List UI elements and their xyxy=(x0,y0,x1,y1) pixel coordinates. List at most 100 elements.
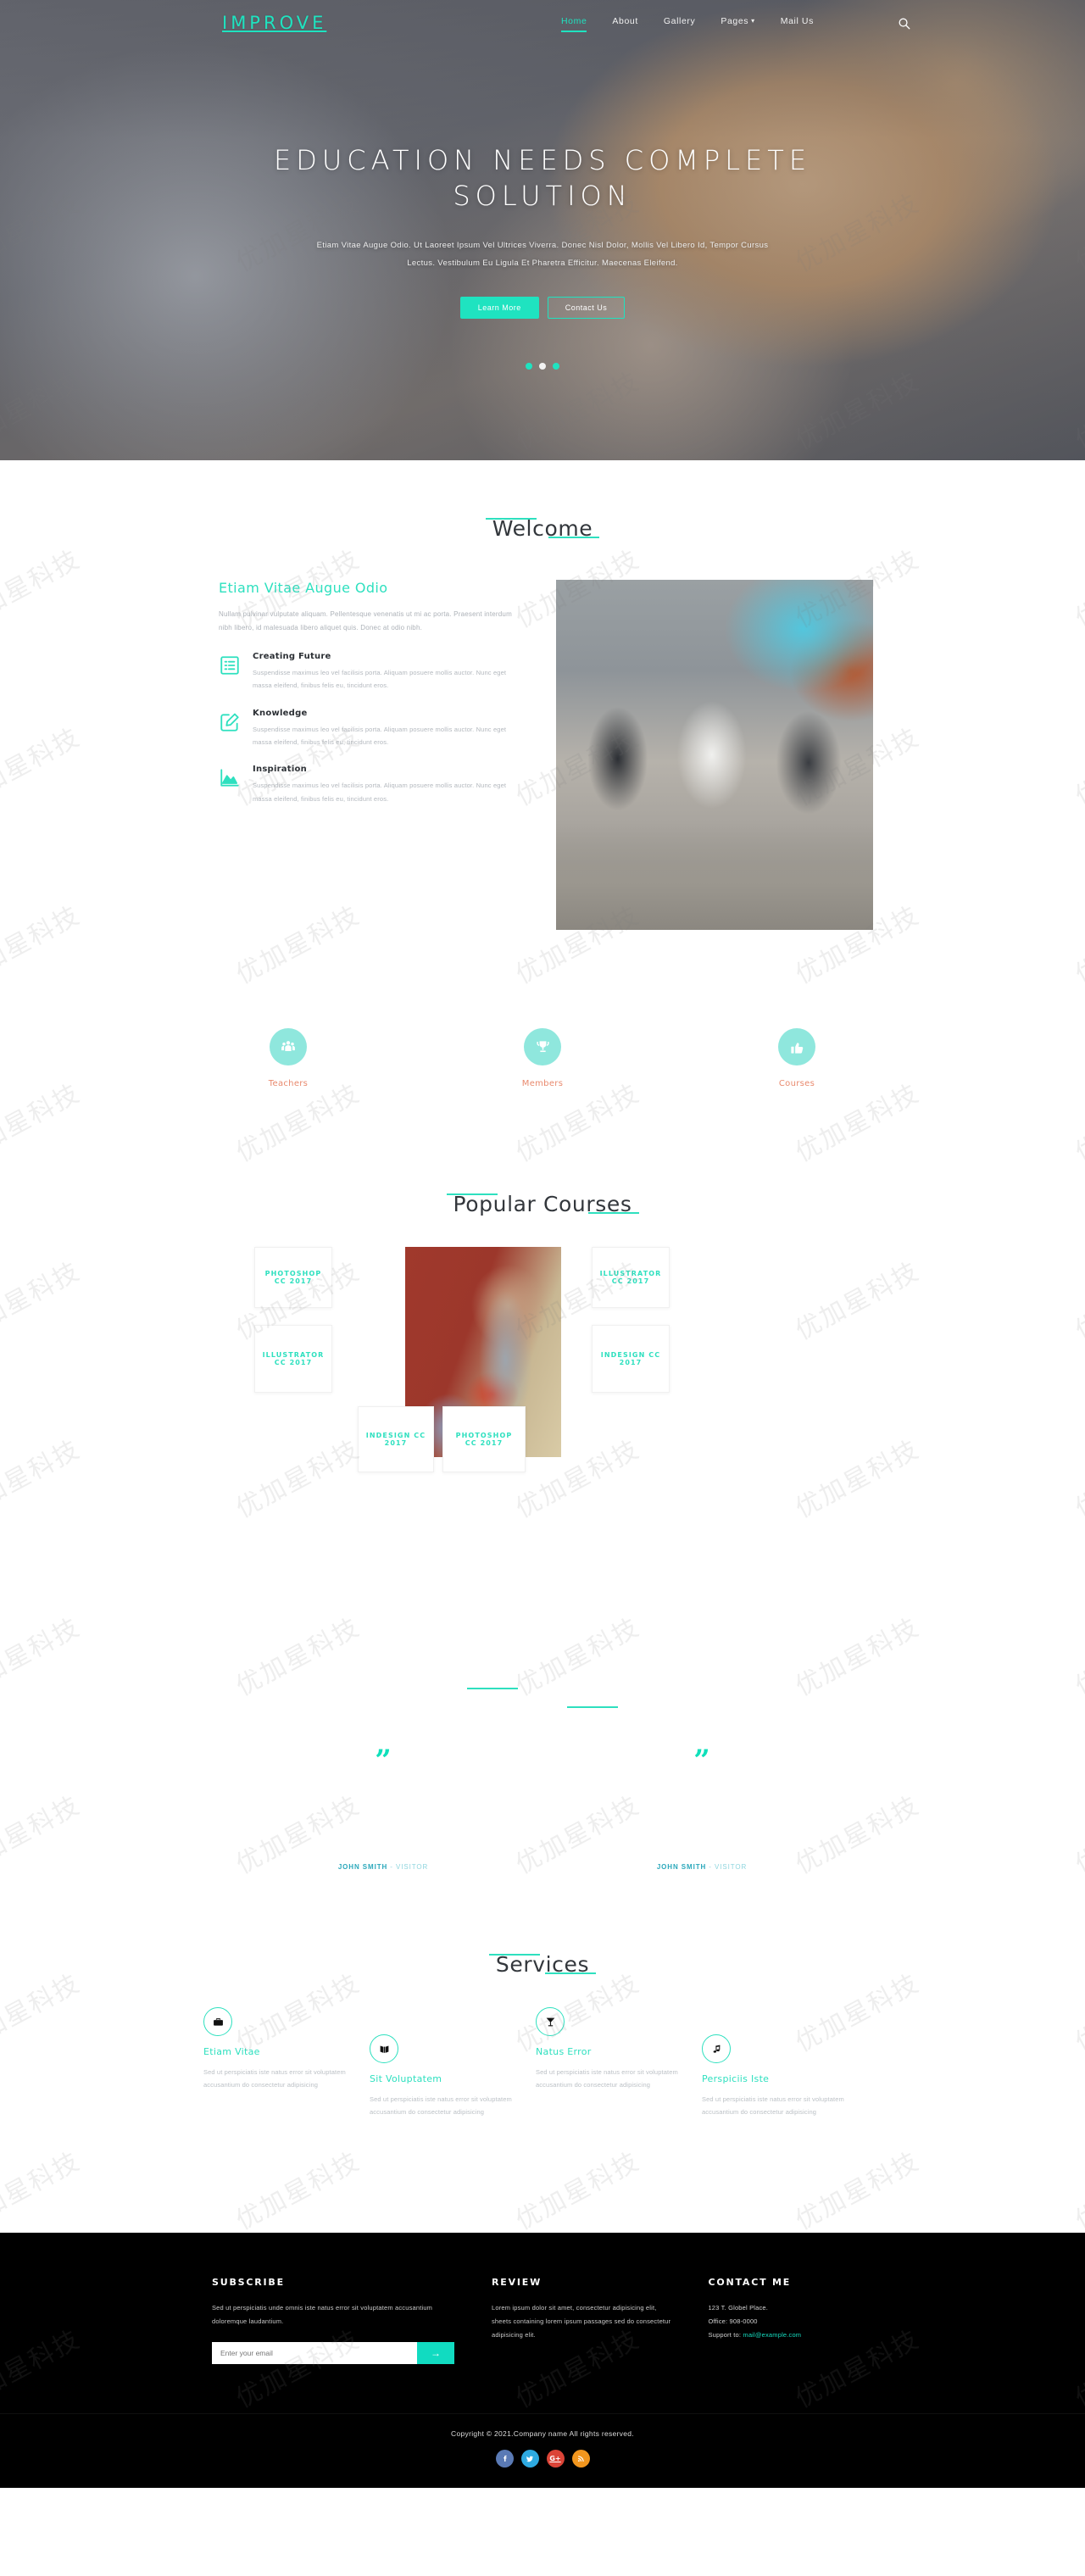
course-label: ILLUSTRATOR CC 2017 xyxy=(262,1351,325,1366)
subscribe-form: → xyxy=(212,2342,454,2365)
course-card-2[interactable]: ILLUSTRATOR CC 2017 xyxy=(254,1325,332,1393)
counter-label: Courses xyxy=(778,1079,815,1088)
quote-mark-icon: ” xyxy=(375,1744,392,1778)
course-label: INDESIGN CC 2017 xyxy=(365,1432,426,1447)
course-card-5[interactable]: INDESIGN CC 2017 xyxy=(358,1406,434,1472)
testimonials-heading: Testimonials xyxy=(467,1686,618,1711)
service-card-etiam-vitae[interactable]: Etiam Vitae Sed ut perspiciatis iste nat… xyxy=(203,2007,360,2091)
learn-more-button[interactable]: Learn More xyxy=(459,297,539,320)
counter-label: Members xyxy=(521,1079,564,1088)
search-icon[interactable] xyxy=(894,14,913,32)
counter-teachers[interactable]: Teachers xyxy=(212,1028,364,1088)
course-label: ILLUSTRATOR CC 2017 xyxy=(599,1270,662,1285)
welcome-right-column xyxy=(556,580,873,930)
arrow-right-icon: → xyxy=(431,2347,441,2360)
contact-support: Support to: mail@example.com xyxy=(708,2328,873,2342)
facebook-icon[interactable] xyxy=(495,2450,514,2468)
slider-dot-3[interactable] xyxy=(553,363,559,370)
welcome-intro-text: Nullam pulvinar vulputate aliquam. Pelle… xyxy=(219,610,512,632)
footer-bottom-bar: Copyright © 2021.Company name All rights… xyxy=(0,2413,1085,2488)
hero-content: EDUCATION NEEDS COMPLETE SOLUTION Etiam … xyxy=(0,47,1085,370)
service-card-sit-voluptatem[interactable]: Sit Voluptatem Sed ut perspiciatis iste … xyxy=(370,2034,526,2118)
counter-courses[interactable]: Courses xyxy=(721,1028,873,1088)
nav-item-home[interactable]: Home xyxy=(561,16,587,32)
review-heading: REVIEW xyxy=(492,2277,542,2288)
testimonial-text: Sed ut perspiciatis unde omnis iste natu… xyxy=(571,1793,832,1815)
slider-dots xyxy=(0,363,1085,370)
hero-subtitle: Etiam Vitae Augue Odio. Ut Laoreet Ipsum… xyxy=(316,241,769,269)
testimonial-card-2: ” Sed ut perspiciatis unde omnis iste na… xyxy=(565,1746,839,1871)
services-section: Services Etiam Vitae Sed ut perspiciatis… xyxy=(0,1871,1085,2151)
course-card-4[interactable]: INDESIGN CC 2017 xyxy=(592,1325,670,1393)
subscribe-heading: SUBSCRIBE xyxy=(212,2277,285,2288)
course-card-3[interactable]: ILLUSTRATOR CC 2017 xyxy=(592,1247,670,1308)
course-card-6[interactable]: PHOTOSHOP CC 2017 xyxy=(442,1406,526,1472)
nav-label-pages: Pages xyxy=(721,16,749,26)
support-email-link[interactable]: mail@example.com xyxy=(743,2331,801,2339)
cocktail-glass-icon xyxy=(536,2007,565,2036)
brand-logo[interactable]: IMPROVE xyxy=(222,13,326,33)
footer-column-review: REVIEW Lorem ipsum dolor sit amet, conse… xyxy=(492,2277,670,2342)
services-heading: Services xyxy=(488,1952,597,1977)
subscribe-text: Sed ut perspiciatis unde omnis iste natu… xyxy=(212,2304,433,2326)
welcome-photo xyxy=(556,580,873,930)
service-text: Sed ut perspiciatis iste natus error sit… xyxy=(536,2068,678,2089)
testimonials-grid: ” Sed ut perspiciatis unde omnis iste na… xyxy=(246,1746,839,1871)
testimonial-name: JOHN SMITH xyxy=(656,1863,707,1871)
subscribe-submit-button[interactable]: → xyxy=(417,2342,454,2365)
nav-item-about[interactable]: About xyxy=(612,16,637,32)
welcome-grid: Etiam Vitae Augue Odio Nullam pulvinar v… xyxy=(212,580,873,930)
course-label: INDESIGN CC 2017 xyxy=(600,1351,661,1366)
twitter-icon[interactable] xyxy=(520,2450,539,2468)
counter-label: Teachers xyxy=(268,1079,309,1088)
testimonial-author: JOHN SMITH - VISITOR xyxy=(246,1863,520,1871)
watermark-text: 优加星科技 xyxy=(231,2146,365,2237)
service-title: Etiam Vitae xyxy=(203,2046,260,2057)
course-label: PHOTOSHOP CC 2017 xyxy=(455,1432,513,1447)
feature-text: Suspendisse maximus leo vel facilisis po… xyxy=(253,782,507,803)
watermark-text: 优加星科技 xyxy=(1070,2146,1085,2237)
testimonial-separator: - xyxy=(709,1863,712,1871)
testimonial-text: Sed ut perspiciatis unde omnis iste natu… xyxy=(253,1793,514,1815)
testimonial-card-1: ” Sed ut perspiciatis unde omnis iste na… xyxy=(246,1746,520,1871)
support-label: Support to: xyxy=(708,2331,742,2340)
courses-heading-wrap: Popular Courses xyxy=(0,1192,1085,1216)
courses-heading: Popular Courses xyxy=(446,1192,639,1216)
feature-item-inspiration: Inspiration Suspendisse maximus leo vel … xyxy=(219,765,517,805)
main-nav: Home About Gallery Pages ▾ Mail Us xyxy=(561,16,814,32)
feature-title: Creating Future xyxy=(253,651,331,661)
rss-icon[interactable] xyxy=(571,2450,590,2468)
feature-title: Knowledge xyxy=(253,708,308,718)
testimonials-heading-wrap: Testimonials xyxy=(0,1686,1085,1711)
services-heading-wrap: Services xyxy=(0,1952,1085,1977)
footer-columns: SUBSCRIBE Sed ut perspiciatis unde omnis… xyxy=(212,2277,873,2365)
google-plus-icon[interactable]: G+ xyxy=(546,2450,565,2468)
site-footer: SUBSCRIBE Sed ut perspiciatis unde omnis… xyxy=(0,2233,1085,2489)
pencil-edit-icon xyxy=(219,711,241,733)
slider-dot-2[interactable] xyxy=(539,363,546,370)
book-open-icon xyxy=(370,2034,398,2063)
top-navigation-bar: IMPROVE Home About Gallery Pages ▾ Mail U… xyxy=(0,0,1085,47)
contact-heading: CONTACT ME xyxy=(708,2277,792,2288)
nav-item-mail-us[interactable]: Mail Us xyxy=(781,16,814,32)
service-text: Sed ut perspiciatis iste natus error sit… xyxy=(370,2095,512,2116)
chevron-down-icon: ▾ xyxy=(751,17,755,25)
counter-members[interactable]: Members xyxy=(466,1028,619,1088)
briefcase-icon xyxy=(203,2007,232,2036)
nav-item-gallery[interactable]: Gallery xyxy=(664,16,695,32)
service-card-perspiciis-iste[interactable]: Perspiciis Iste Sed ut perspiciatis iste… xyxy=(702,2034,859,2118)
welcome-heading: Welcome xyxy=(485,516,599,541)
hero-title: EDUCATION NEEDS COMPLETE SOLUTION xyxy=(273,144,812,213)
service-text: Sed ut perspiciatis iste natus error sit… xyxy=(203,2068,346,2089)
feature-text: Suspendisse maximus leo vel facilisis po… xyxy=(253,725,507,746)
courses-grid: PHOTOSHOP CC 2017 ILLUSTRATOR CC 2017 IL… xyxy=(254,1247,831,1586)
service-title: Perspiciis Iste xyxy=(702,2073,770,2084)
contact-us-button[interactable]: Contact Us xyxy=(547,297,626,320)
service-card-natus-error[interactable]: Natus Error Sed ut perspiciatis iste nat… xyxy=(536,2007,693,2091)
slider-dot-1[interactable] xyxy=(526,363,532,370)
google-plus-glyph: G+ xyxy=(549,2455,561,2463)
email-input[interactable] xyxy=(212,2342,417,2365)
counters-section: Teachers Members Courses xyxy=(212,1028,873,1088)
course-card-1[interactable]: PHOTOSHOP CC 2017 xyxy=(254,1247,332,1308)
nav-item-pages[interactable]: Pages ▾ xyxy=(721,16,754,32)
